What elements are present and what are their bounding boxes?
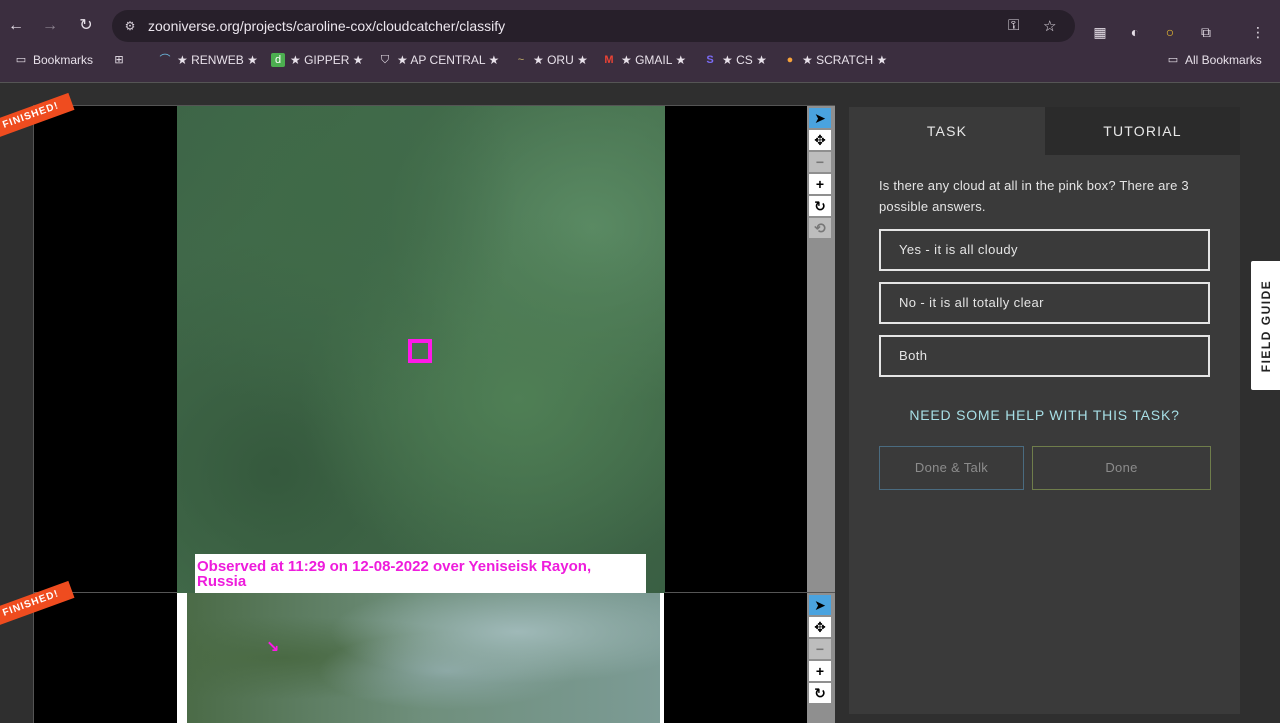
bookmarks-folder-icon: ▭ xyxy=(15,54,27,66)
bookmark-gipper[interactable]: d ★ GIPPER ★ xyxy=(271,53,364,67)
gmail-icon: M xyxy=(604,54,614,66)
extension-ring-icon[interactable]: ○ xyxy=(1160,22,1180,42)
bookmarks-bar: ▭ Bookmarks ⊞ ⌒ ★ RENWEB ★ d ★ GIPPER ★ ⛉ ★ … xyxy=(0,50,1280,74)
bookmark-cs[interactable]: S ★ CS ★ xyxy=(703,53,767,67)
browser-toolbar: ← → ↻ ⚙ zooniverse.org/projects/caroline… xyxy=(0,8,1280,44)
reload-icon[interactable]: ↻ xyxy=(74,14,98,38)
zoom-in-icon[interactable]: + xyxy=(809,661,831,681)
subject-viewer-2: ↘ ➤ ✥ − + ↻ xyxy=(33,593,835,723)
answer-no-clear[interactable]: No - it is all totally clear xyxy=(879,282,1210,324)
back-arrow-icon[interactable]: ← xyxy=(4,14,28,38)
task-question: Is there any cloud at all in the pink bo… xyxy=(879,178,1189,214)
done-button[interactable]: Done xyxy=(1032,446,1211,490)
extension-circle-icon[interactable]: ◐ xyxy=(1125,22,1145,42)
url-text[interactable]: zooniverse.org/projects/caroline-cox/clo… xyxy=(148,18,505,34)
bookmark-gmail[interactable]: M ★ GMAIL ★ xyxy=(602,53,686,67)
image-toolbar: ➤ ✥ − + ↻ xyxy=(807,593,835,723)
scratch-icon: ● xyxy=(786,54,794,66)
zoom-in-icon[interactable]: + xyxy=(809,174,831,194)
password-key-icon[interactable]: ⚿ xyxy=(1008,17,1019,34)
extensions-puzzle-icon[interactable]: ⧉ xyxy=(1196,22,1216,42)
image-toolbar: ➤ ✥ − + ↻ ⟲ xyxy=(807,106,835,592)
bookmark-ap-central[interactable]: ⛉ ★ AP CENTRAL ★ xyxy=(378,53,499,67)
move-tool-icon[interactable]: ✥ xyxy=(809,617,831,637)
folder-icon: ▭ xyxy=(1167,54,1179,66)
answer-both[interactable]: Both xyxy=(879,335,1210,377)
move-tool-icon[interactable]: ✥ xyxy=(809,130,831,150)
bookmark-bookmarks[interactable]: ▭ Bookmarks xyxy=(14,53,93,67)
bookmark-oru[interactable]: ~ ★ ORU ★ xyxy=(514,53,588,67)
reset-icon[interactable]: ⟲ xyxy=(809,218,831,238)
qr-code-icon[interactable]: ▦ xyxy=(1090,22,1110,42)
rotate-icon[interactable]: ↻ xyxy=(809,683,831,703)
subject-viewer-1: Observed at 11:29 on 12-08-2022 over Yen… xyxy=(33,105,835,594)
bookmark-star-icon[interactable]: ☆ xyxy=(1043,17,1056,35)
bookmark-renweb[interactable]: ⌒ ★ RENWEB ★ xyxy=(158,53,258,67)
menu-kebab-icon[interactable]: ⋮ xyxy=(1248,22,1268,42)
cs-icon: S xyxy=(706,54,714,66)
classify-page: Observed at 11:29 on 12-08-2022 over Yen… xyxy=(0,82,1280,723)
observation-caption: Observed at 11:29 on 12-08-2022 over Yen… xyxy=(195,554,646,593)
ap-central-icon: ⛉ xyxy=(380,54,390,66)
pointer-tool-icon[interactable]: ➤ xyxy=(809,595,831,615)
oru-icon: ~ xyxy=(517,54,525,66)
bookmark-scratch[interactable]: ● ★ SCRATCH ★ xyxy=(783,53,888,67)
rotate-icon[interactable]: ↻ xyxy=(809,196,831,216)
satellite-image[interactable] xyxy=(177,593,664,723)
gipper-icon: d xyxy=(271,53,285,67)
help-link[interactable]: NEED SOME HELP WITH THIS TASK? xyxy=(879,407,1210,423)
pink-arrow-icon: ↘ xyxy=(266,639,280,656)
browser-chrome: ← → ↻ ⚙ zooniverse.org/projects/caroline… xyxy=(0,0,1280,82)
field-guide-tab[interactable]: FIELD GUIDE xyxy=(1251,261,1280,390)
zoom-out-icon[interactable]: − xyxy=(809,152,831,172)
tab-tutorial[interactable]: TUTORIAL xyxy=(1045,107,1240,155)
answer-yes-cloudy[interactable]: Yes - it is all cloudy xyxy=(879,229,1210,271)
task-panel: TASK TUTORIAL Is there any cloud at all … xyxy=(849,107,1240,714)
pink-target-box xyxy=(408,339,432,363)
pointer-tool-icon[interactable]: ➤ xyxy=(809,108,831,128)
address-bar[interactable]: ⚙ zooniverse.org/projects/caroline-cox/c… xyxy=(112,10,1075,42)
renweb-icon: ⌒ xyxy=(159,54,171,66)
tab-task[interactable]: TASK xyxy=(849,107,1045,155)
done-and-talk-button[interactable]: Done & Talk xyxy=(879,446,1024,490)
all-bookmarks[interactable]: ▭ All Bookmarks xyxy=(1166,53,1262,67)
site-settings-icon[interactable]: ⚙ xyxy=(122,18,138,34)
apps-grid-icon[interactable]: ⊞ xyxy=(112,53,126,67)
forward-arrow-icon[interactable]: → xyxy=(38,14,62,38)
zoom-out-icon[interactable]: − xyxy=(809,639,831,659)
field-guide-label: FIELD GUIDE xyxy=(1258,279,1273,372)
